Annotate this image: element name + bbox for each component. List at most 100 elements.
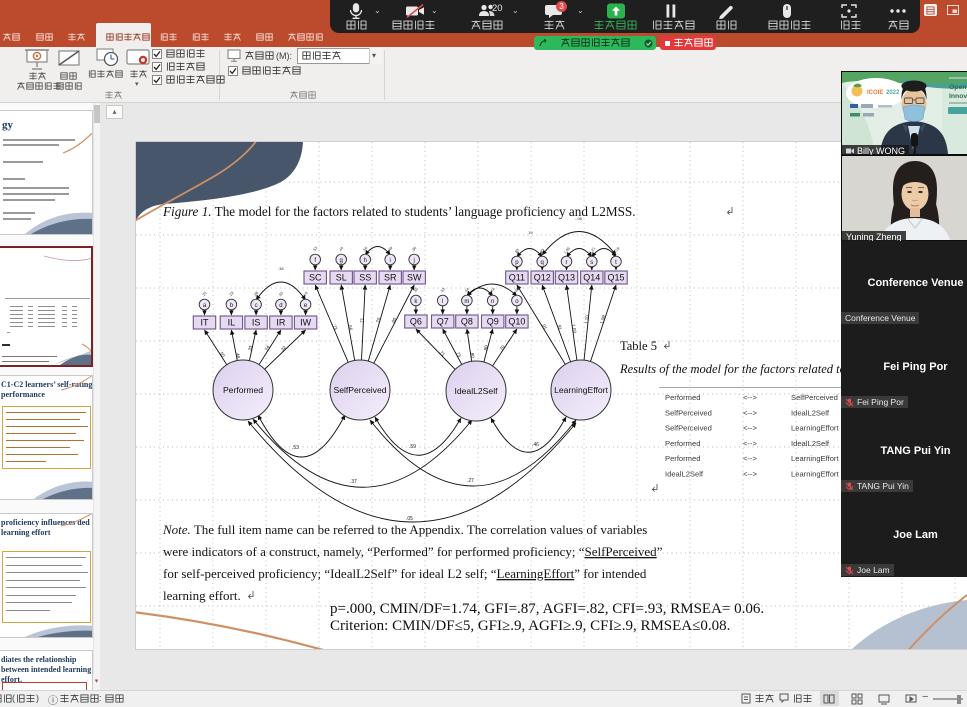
svg-text:.80: .80 [469, 351, 475, 358]
svg-text:<-->: <--> [743, 454, 757, 463]
svg-text:IdealL2Self: IdealL2Self [665, 470, 704, 479]
svg-text:learning effort.: learning effort. [163, 588, 241, 603]
svg-text:SR: SR [384, 273, 397, 283]
svg-text:<-->: <--> [743, 424, 757, 433]
svg-text:were indicators of a construct: were indicators of a construct, namely, … [163, 544, 663, 559]
svg-text:.83: .83 [539, 248, 545, 255]
svg-text:.23: .23 [228, 291, 234, 298]
svg-text:Q11: Q11 [509, 273, 525, 283]
svg-text:<-->: <--> [743, 470, 757, 479]
svg-text:.91: .91 [540, 322, 548, 330]
svg-text:for self-perceived proficiency: for self-perceived proficiency; “IdealL2… [163, 566, 647, 581]
svg-text:IL: IL [228, 318, 236, 328]
svg-text:SelfPerceived: SelfPerceived [791, 393, 838, 402]
svg-text:.59: .59 [409, 444, 416, 450]
svg-text:IT: IT [201, 318, 210, 328]
svg-text:.71: .71 [438, 349, 446, 357]
svg-text:.53: .53 [312, 246, 318, 253]
svg-text:.37: .37 [350, 479, 357, 485]
svg-text:l: l [442, 299, 443, 305]
svg-text:Performed: Performed [665, 393, 700, 402]
svg-text:.38: .38 [278, 266, 284, 271]
svg-text:.60: .60 [390, 316, 398, 324]
svg-text:.36: .36 [411, 246, 417, 253]
svg-text:LearningEffort: LearningEffort [791, 470, 839, 479]
svg-text:2022: 2022 [886, 90, 900, 96]
svg-text:1.10: 1.10 [584, 315, 590, 325]
svg-text:SW: SW [407, 273, 422, 283]
svg-text:Q12: Q12 [534, 273, 551, 283]
svg-text:j: j [413, 258, 415, 264]
svg-text:<-->: <--> [743, 408, 757, 417]
svg-text:.73: .73 [331, 323, 338, 331]
svg-text:Q6: Q6 [410, 317, 422, 327]
svg-text:Performed: Performed [665, 439, 700, 448]
svg-text:<-->: <--> [743, 439, 757, 448]
svg-text:ICOIE: ICOIE [867, 90, 883, 96]
svg-text:IdealL2Self: IdealL2Self [454, 386, 498, 396]
svg-text:.66: .66 [347, 324, 353, 332]
svg-text:SL: SL [336, 273, 347, 283]
svg-text:.27: .27 [467, 478, 474, 484]
svg-text:<-->: <--> [743, 393, 757, 402]
svg-text:Criterion: CMIN/DF≤5, GFI≥.9,: Criterion: CMIN/DF≤5, GFI≥.9, AGFI≥.9, C… [330, 618, 730, 634]
svg-text:s: s [590, 260, 593, 266]
svg-text:Q9: Q9 [487, 317, 499, 327]
svg-text:Q15: Q15 [607, 273, 624, 283]
svg-text:.53: .53 [439, 287, 445, 294]
svg-text:.50: .50 [218, 350, 226, 358]
svg-text:i: i [390, 258, 391, 264]
svg-text:.73: .73 [455, 350, 463, 358]
svg-text:.50: .50 [413, 287, 419, 294]
svg-text:.49: .49 [387, 246, 393, 253]
svg-text:LearningEffort: LearningEffort [791, 424, 839, 433]
svg-text:Performed: Performed [223, 385, 263, 395]
svg-text:Note. The full item name can b: Note. The full item name can be referred… [162, 522, 647, 537]
svg-text:SC: SC [309, 273, 322, 283]
svg-text:1.19: 1.19 [613, 246, 621, 254]
svg-text:Q14: Q14 [583, 273, 600, 283]
svg-text:1.03: 1.03 [571, 324, 577, 334]
svg-text:.46: .46 [532, 442, 539, 448]
svg-text:.44: .44 [338, 246, 344, 253]
svg-text:Figure 1. The model for the fa: Figure 1. The model for the factors rela… [162, 204, 636, 219]
svg-text:Q10: Q10 [508, 317, 525, 327]
svg-text:r: r [566, 260, 568, 266]
svg-text:SelfPerceived: SelfPerceived [665, 424, 712, 433]
svg-text:c: c [255, 303, 258, 309]
svg-text:n: n [491, 299, 494, 305]
svg-text:.71: .71 [359, 317, 364, 324]
svg-text:d: d [279, 303, 282, 309]
svg-text:Q13: Q13 [558, 273, 575, 283]
svg-text:g: g [340, 258, 343, 264]
svg-text:.91: .91 [556, 323, 563, 331]
svg-text:Open and: Open and [949, 84, 967, 91]
svg-text:.64: .64 [489, 287, 495, 294]
svg-text:LearningEffort: LearningEffort [554, 385, 608, 395]
svg-text:IS: IS [252, 318, 261, 328]
svg-text:h: h [364, 258, 367, 264]
svg-text:IW: IW [300, 318, 312, 328]
svg-text:Table 5: Table 5 [620, 339, 657, 353]
svg-text:q: q [541, 260, 544, 266]
svg-text:LearningEffort: LearningEffort [791, 454, 839, 463]
svg-text:SS: SS [359, 273, 371, 283]
svg-text:.55: .55 [278, 291, 284, 298]
svg-text:IR: IR [276, 318, 286, 328]
svg-text:.70: .70 [498, 344, 506, 352]
svg-text:p=.000, CMIN/DF=1.74, GFI=.87,: p=.000, CMIN/DF=1.74, GFI=.87, AGFI=.82,… [330, 601, 764, 617]
svg-text:.74: .74 [263, 344, 271, 352]
svg-text:.53: .53 [292, 445, 299, 451]
svg-text:Performed: Performed [665, 454, 700, 463]
svg-text:.32: .32 [279, 345, 287, 353]
svg-text:.48: .48 [235, 351, 241, 359]
svg-text:Q8: Q8 [461, 317, 473, 327]
svg-text:.10: .10 [302, 291, 308, 298]
svg-text:-.08: -.08 [575, 216, 583, 221]
svg-text:SelfPerceived: SelfPerceived [665, 408, 712, 417]
svg-text:.19: .19 [527, 230, 533, 235]
svg-text:IdealL2Self: IdealL2Self [791, 408, 830, 417]
svg-text:Q7: Q7 [437, 317, 449, 327]
svg-text:Innovative E: Innovative E [949, 93, 967, 100]
svg-text:IdealL2Self: IdealL2Self [791, 439, 830, 448]
